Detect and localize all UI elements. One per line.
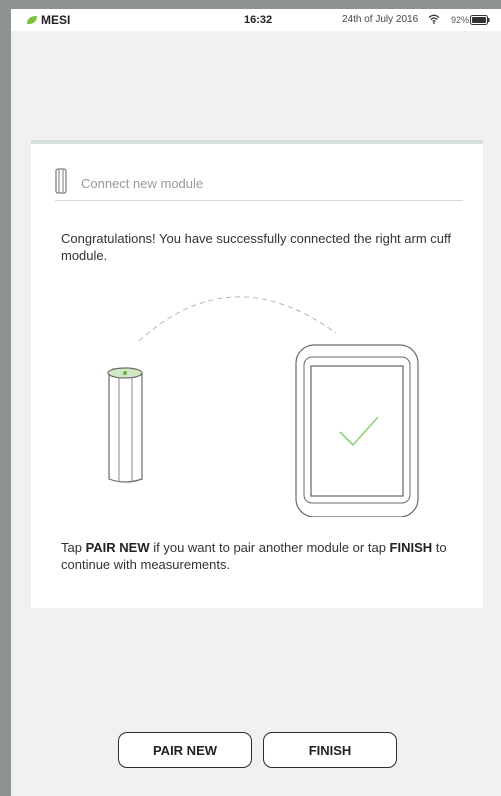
success-message: Congratulations! You have successfully c…	[61, 231, 451, 263]
pairing-illustration	[107, 296, 419, 517]
divider	[55, 200, 463, 201]
clock: 16:32	[244, 14, 273, 26]
connect-module-card: Connect new module Congratulations! You …	[31, 140, 483, 608]
card-title: Connect new module	[81, 176, 204, 191]
date: 24th of July 2016	[342, 14, 419, 25]
cuff-module-icon	[107, 367, 143, 483]
battery-percentage: 92%	[451, 15, 470, 25]
brand-logo: MESI	[26, 13, 70, 27]
leaf-icon	[27, 16, 37, 24]
brand-name: MESI	[41, 13, 71, 27]
tablet-icon	[295, 344, 419, 517]
pair-new-keyword: PAIR NEW	[85, 540, 150, 555]
finish-keyword: FINISH	[389, 540, 433, 555]
status-bar: MESI 16:32 24th of July 2016 92%	[11, 9, 501, 31]
card-header: Connect new module	[55, 168, 203, 199]
pair-new-button[interactable]: PAIR NEW	[118, 732, 252, 768]
battery-icon	[470, 15, 490, 28]
module-icon	[55, 168, 67, 199]
finish-button[interactable]: FINISH	[263, 732, 397, 768]
instructions-text: Tap PAIR NEW if you want to pair another…	[61, 540, 447, 572]
wifi-icon	[428, 14, 440, 27]
connection-arc	[138, 296, 337, 342]
app-screen: MESI 16:32 24th of July 2016 92% Connect…	[11, 9, 501, 796]
